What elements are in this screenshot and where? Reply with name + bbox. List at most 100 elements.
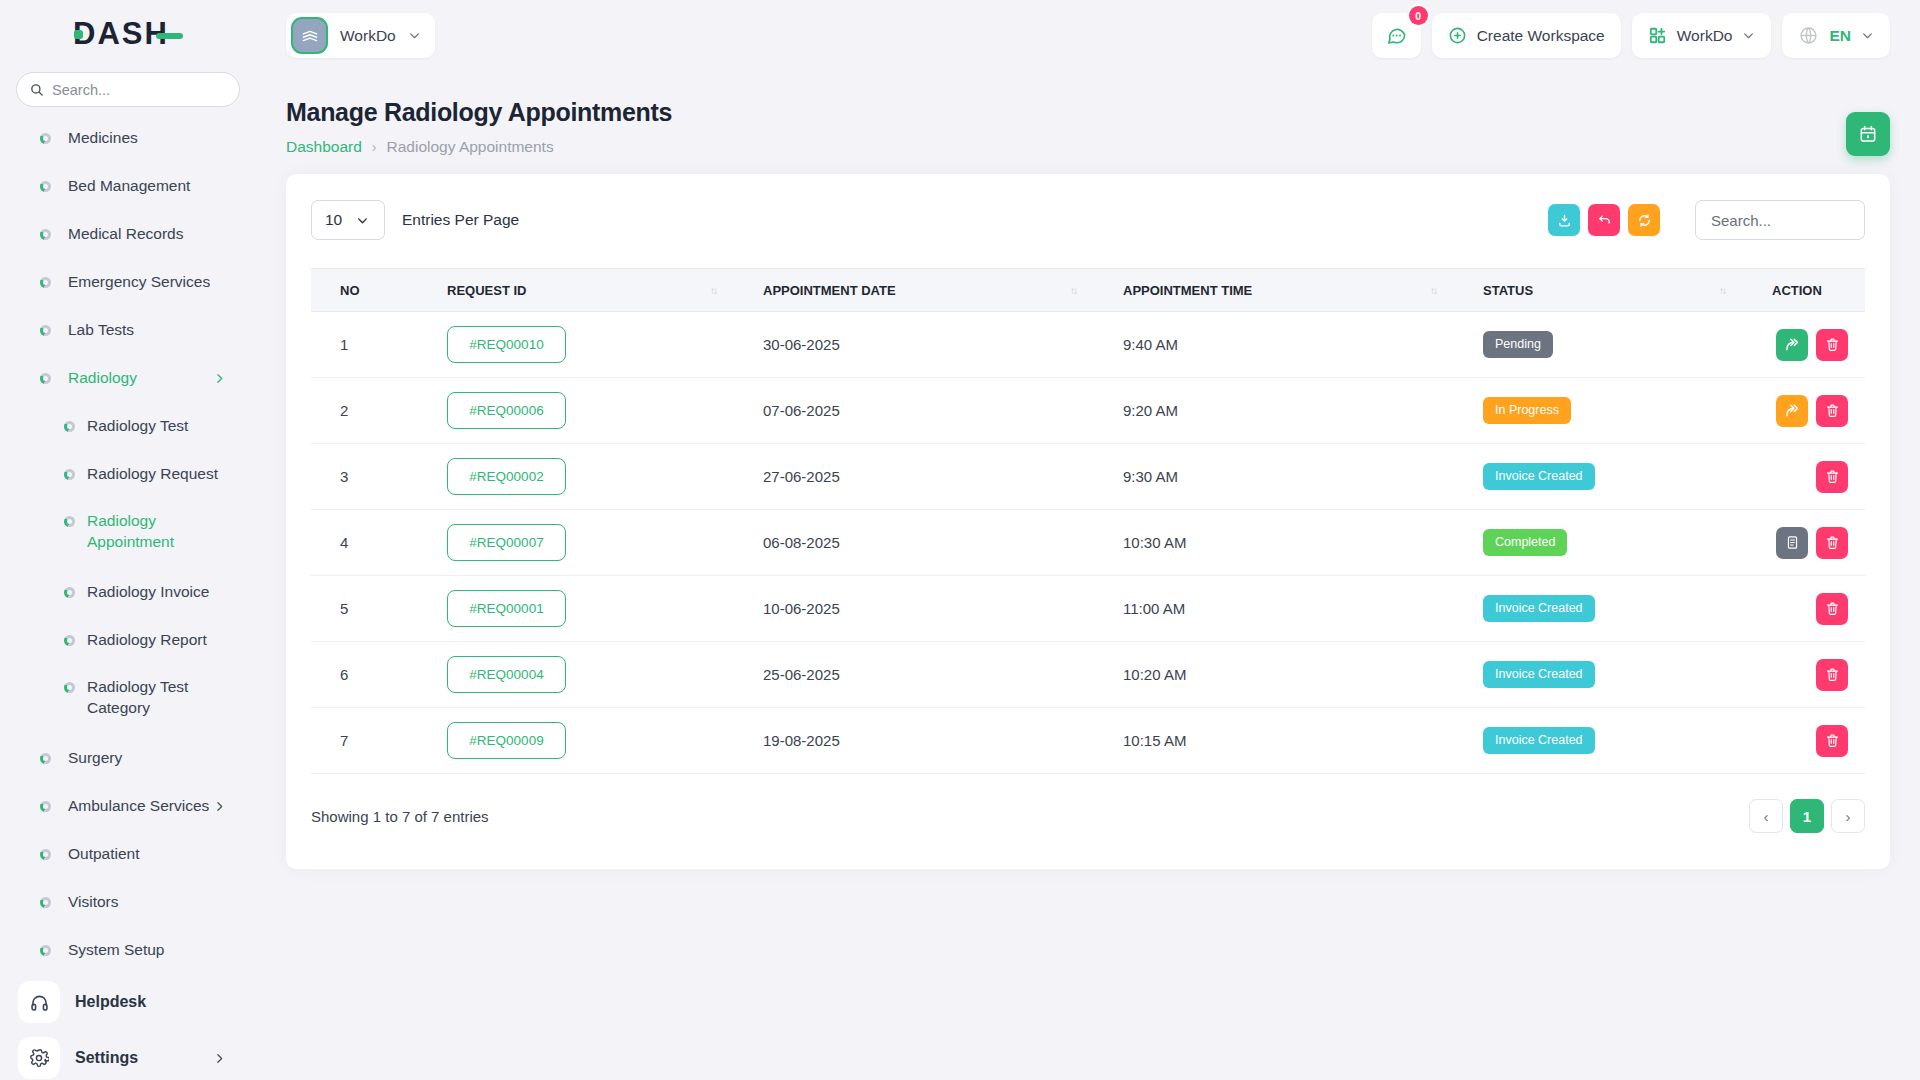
cell-action bbox=[1743, 312, 1865, 378]
sidebar-item-helpdesk[interactable]: Helpdesk bbox=[0, 974, 256, 1030]
forward-icon bbox=[1784, 336, 1801, 353]
sidebar-item-visitors[interactable]: Visitors bbox=[0, 878, 256, 926]
sidebar-item-label: Radiology Report bbox=[87, 630, 207, 651]
bullet-icon bbox=[40, 229, 51, 240]
cell-no: 7 bbox=[311, 708, 418, 774]
workdo-menu-label: WorkDo bbox=[1677, 27, 1733, 45]
sort-icon: ↑↓ bbox=[710, 285, 716, 296]
reset-button[interactable] bbox=[1588, 204, 1620, 236]
pagination: ‹ 1 › bbox=[1749, 799, 1865, 833]
column-header-appointment-time[interactable]: APPOINTMENT TIME↑↓ bbox=[1094, 269, 1454, 312]
sidebar-item-outpatient[interactable]: Outpatient bbox=[0, 830, 256, 878]
sidebar-search-input[interactable]: Search... bbox=[16, 72, 240, 107]
undo-icon bbox=[1597, 213, 1612, 228]
pagination-prev-button[interactable]: ‹ bbox=[1749, 799, 1783, 833]
bullet-icon bbox=[40, 373, 51, 384]
sidebar-item-radiology-test-category[interactable]: Radiology Test Category bbox=[0, 664, 256, 734]
request-id-link[interactable]: #REQ00001 bbox=[447, 590, 566, 627]
trash-button[interactable] bbox=[1816, 395, 1848, 427]
logo: DASH bbox=[0, 4, 256, 64]
entries-per-page-select[interactable]: 10 bbox=[311, 200, 385, 240]
calendar-button[interactable] bbox=[1846, 112, 1890, 156]
cell-request-id: #REQ00001 bbox=[418, 576, 734, 642]
document-button[interactable] bbox=[1776, 527, 1808, 559]
column-header-appointment-date[interactable]: APPOINTMENT DATE↑↓ bbox=[734, 269, 1094, 312]
bullet-icon bbox=[40, 277, 51, 288]
table-search-input[interactable]: Search... bbox=[1695, 200, 1865, 240]
sidebar-item-radiology-report[interactable]: Radiology Report bbox=[0, 616, 256, 664]
trash-button[interactable] bbox=[1816, 329, 1848, 361]
sidebar-item-medical-records[interactable]: Medical Records bbox=[0, 210, 256, 258]
request-id-link[interactable]: #REQ00010 bbox=[447, 326, 566, 363]
chevron-down-icon bbox=[1861, 29, 1874, 42]
sidebar-item-label: Medical Records bbox=[68, 224, 183, 245]
sidebar-item-radiology-invoice[interactable]: Radiology Invoice bbox=[0, 568, 256, 616]
trash-button[interactable] bbox=[1816, 659, 1848, 691]
table-row: 2#REQ0000607-06-20259:20 AMIn Progress bbox=[311, 378, 1865, 444]
cell-appointment-time: 10:20 AM bbox=[1094, 642, 1454, 708]
sidebar-item-ambulance-services[interactable]: Ambulance Services bbox=[0, 782, 256, 830]
cell-request-id: #REQ00006 bbox=[418, 378, 734, 444]
request-id-link[interactable]: #REQ00004 bbox=[447, 656, 566, 693]
sidebar-item-label: Radiology bbox=[68, 368, 137, 389]
request-id-link[interactable]: #REQ00009 bbox=[447, 722, 566, 759]
request-id-link[interactable]: #REQ00006 bbox=[447, 392, 566, 429]
status-badge: Invoice Created bbox=[1483, 595, 1595, 622]
cell-appointment-time: 10:15 AM bbox=[1094, 708, 1454, 774]
sidebar-item-label: System Setup bbox=[68, 940, 165, 961]
trash-button[interactable] bbox=[1816, 725, 1848, 757]
breadcrumb-dashboard-link[interactable]: Dashboard bbox=[286, 138, 362, 156]
status-badge: In Progress bbox=[1483, 397, 1571, 424]
forward-button[interactable] bbox=[1776, 329, 1808, 361]
trash-icon bbox=[1825, 535, 1840, 550]
table-row: 1#REQ0001030-06-20259:40 AMPending bbox=[311, 312, 1865, 378]
table-controls: 10 Entries Per Page Search... bbox=[311, 200, 1865, 240]
request-id-link[interactable]: #REQ00007 bbox=[447, 524, 566, 561]
cell-status: In Progress bbox=[1454, 378, 1743, 444]
bullet-icon bbox=[40, 753, 51, 764]
sidebar-item-surgery[interactable]: Surgery bbox=[0, 734, 256, 782]
trash-button[interactable] bbox=[1816, 527, 1848, 559]
pagination-page-1[interactable]: 1 bbox=[1790, 799, 1824, 833]
pagination-next-button[interactable]: › bbox=[1831, 799, 1865, 833]
sidebar-item-bed-management[interactable]: Bed Management bbox=[0, 162, 256, 210]
sidebar-item-label: Radiology Invoice bbox=[87, 582, 209, 603]
export-button[interactable] bbox=[1548, 204, 1580, 236]
column-header-request-id[interactable]: REQUEST ID↑↓ bbox=[418, 269, 734, 312]
forward-button[interactable] bbox=[1776, 395, 1808, 427]
request-id-link[interactable]: #REQ00002 bbox=[447, 458, 566, 495]
sort-icon: ↑↓ bbox=[1430, 285, 1436, 296]
workspace-switcher[interactable]: WorkDo bbox=[286, 13, 435, 58]
refresh-button[interactable] bbox=[1628, 204, 1660, 236]
cell-action bbox=[1743, 510, 1865, 576]
cell-appointment-date: 10-06-2025 bbox=[734, 576, 1094, 642]
trash-icon bbox=[1825, 733, 1840, 748]
cell-appointment-date: 19-08-2025 bbox=[734, 708, 1094, 774]
sidebar-item-lab-tests[interactable]: Lab Tests bbox=[0, 306, 256, 354]
breadcrumb-separator: › bbox=[372, 139, 377, 155]
cell-status: Completed bbox=[1454, 510, 1743, 576]
cell-status: Pending bbox=[1454, 312, 1743, 378]
refresh-icon bbox=[1637, 213, 1652, 228]
cell-no: 6 bbox=[311, 642, 418, 708]
create-workspace-button[interactable]: Create Workspace bbox=[1432, 13, 1621, 58]
appointments-card: 10 Entries Per Page Search... NOREQUEST … bbox=[286, 174, 1890, 869]
language-menu[interactable]: EN bbox=[1782, 13, 1890, 58]
sidebar-item-radiology-appointment[interactable]: Radiology Appointment bbox=[0, 498, 256, 568]
sidebar-item-emergency-services[interactable]: Emergency Services bbox=[0, 258, 256, 306]
sidebar-item-radiology-test[interactable]: Radiology Test bbox=[0, 402, 256, 450]
sidebar-item-settings[interactable]: Settings bbox=[0, 1030, 256, 1080]
forward-icon bbox=[1784, 402, 1801, 419]
table-row: 5#REQ0000110-06-202511:00 AMInvoice Crea… bbox=[311, 576, 1865, 642]
table-row: 7#REQ0000919-08-202510:15 AMInvoice Crea… bbox=[311, 708, 1865, 774]
trash-button[interactable] bbox=[1816, 461, 1848, 493]
workdo-menu[interactable]: WorkDo bbox=[1632, 13, 1772, 58]
messages-button[interactable]: 0 bbox=[1372, 13, 1421, 58]
sidebar-item-medicines[interactable]: Medicines bbox=[0, 114, 256, 162]
column-header-status[interactable]: STATUS↑↓ bbox=[1454, 269, 1743, 312]
sidebar-item-system-setup[interactable]: System Setup bbox=[0, 926, 256, 974]
sidebar-item-radiology-request[interactable]: Radiology Request bbox=[0, 450, 256, 498]
cell-status: Invoice Created bbox=[1454, 642, 1743, 708]
sidebar-item-radiology[interactable]: Radiology bbox=[0, 354, 256, 402]
trash-button[interactable] bbox=[1816, 593, 1848, 625]
